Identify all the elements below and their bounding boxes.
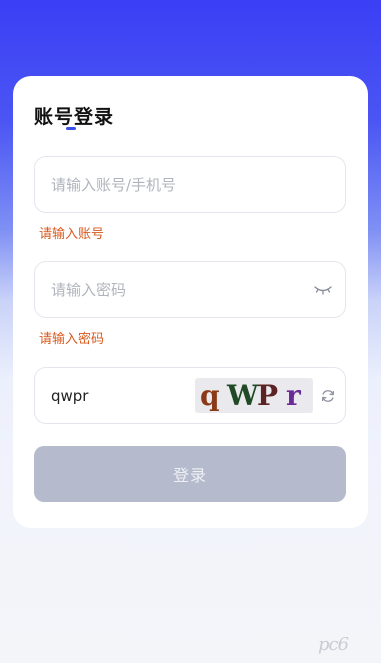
captcha-char: P (257, 379, 279, 412)
password-input[interactable] (51, 262, 281, 317)
login-card: 账号登录 请输入账号 请输入密码 q W P r 登录 (13, 76, 368, 528)
captcha-char: q (200, 379, 220, 412)
title-underline (66, 127, 76, 130)
page-title: 账号登录 (34, 106, 115, 128)
watermark-logo: pc6 (318, 634, 349, 655)
password-field[interactable] (34, 261, 346, 318)
account-error-message: 请输入账号 (39, 227, 105, 242)
captcha-char: r (286, 379, 301, 412)
eye-closed-icon[interactable] (313, 282, 333, 298)
account-input[interactable] (51, 157, 281, 212)
refresh-icon[interactable] (320, 388, 336, 404)
captcha-field[interactable]: q W P r (34, 367, 346, 424)
password-error-message: 请输入密码 (39, 332, 105, 347)
account-field[interactable] (34, 156, 346, 213)
captcha-char: W (227, 379, 259, 412)
captcha-image[interactable]: q W P r (195, 378, 313, 413)
login-button[interactable]: 登录 (34, 446, 346, 502)
